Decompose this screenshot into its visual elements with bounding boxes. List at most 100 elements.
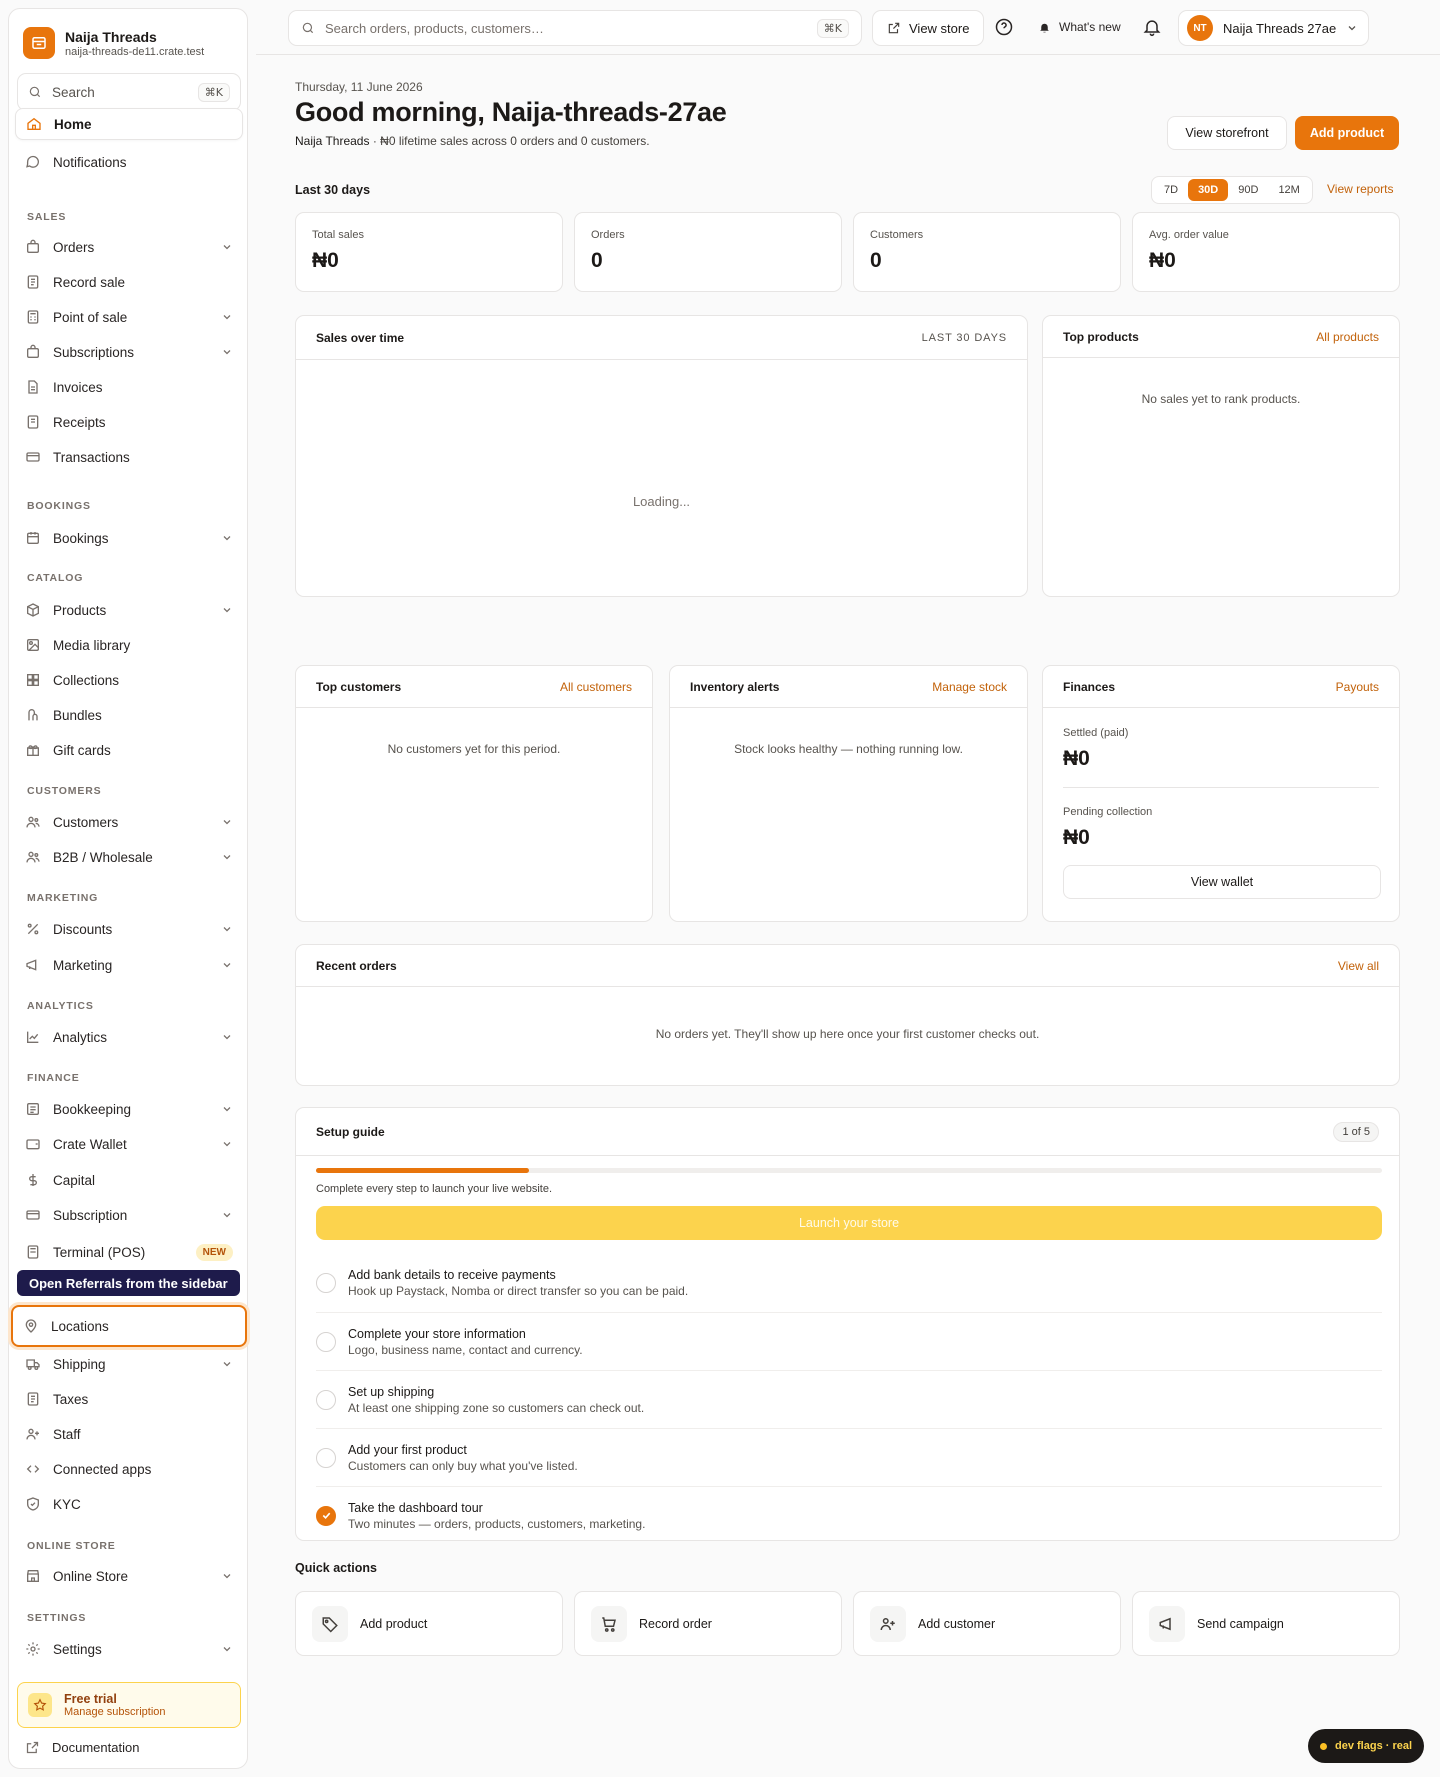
sidebar-item-media-library[interactable]: Media library <box>15 629 243 661</box>
sidebar-item-capital[interactable]: Capital <box>15 1164 243 1196</box>
all-products-link[interactable]: All products <box>1316 330 1379 344</box>
whats-new-button[interactable]: What's new <box>1038 20 1121 34</box>
sidebar-item-staff[interactable]: Staff <box>15 1418 243 1450</box>
sidebar-item-bookings[interactable]: Bookings <box>15 522 243 554</box>
sidebar-item-transactions[interactable]: Transactions <box>15 441 243 473</box>
terminal-icon <box>27 1245 39 1259</box>
all-customers-link[interactable]: All customers <box>560 680 632 694</box>
settled-block: Settled (paid) ₦0 <box>1063 727 1128 771</box>
dev-flags-pill[interactable]: dev flags · real <box>1308 1729 1425 1763</box>
view-wallet-button[interactable]: View wallet <box>1063 865 1381 899</box>
tag-icon <box>312 1605 348 1642</box>
sidebar-item-locations[interactable]: Locations <box>11 1305 247 1347</box>
add-product-button[interactable]: Add product <box>1295 116 1399 150</box>
setup-step-tour[interactable]: Take the dashboard tour Two minutes — ord… <box>316 1486 1382 1544</box>
free-trial-card[interactable]: Free trial Manage subscription <box>17 1682 241 1728</box>
sidebar-item-connected-apps[interactable]: Connected apps <box>15 1453 243 1485</box>
help-button[interactable] <box>994 17 1014 37</box>
setup-step-first-product[interactable]: Add your first product Customers can only… <box>316 1428 1382 1486</box>
sidebar-item-discounts[interactable]: Discounts <box>15 913 243 945</box>
sidebar-item-online-store[interactable]: Online Store <box>15 1560 243 1592</box>
sidebar-item-point-of-sale[interactable]: Point of sale <box>15 301 243 333</box>
sidebar-item-analytics[interactable]: Analytics <box>15 1021 243 1053</box>
sidebar-search[interactable]: Search ⌘K <box>17 73 241 111</box>
step-title: Take the dashboard tour <box>348 1500 483 1515</box>
setup-progress-fill <box>316 1168 530 1173</box>
sidebar-item-customers[interactable]: Customers <box>15 806 243 838</box>
view-all-orders-link[interactable]: View all <box>1338 959 1379 973</box>
sidebar-item-label: Shipping <box>53 1356 106 1372</box>
quick-action-add-customer[interactable]: Add customer <box>853 1591 1121 1656</box>
sidebar-item-bundles[interactable]: Bundles <box>15 699 243 731</box>
view-store-button[interactable]: View store <box>872 10 985 46</box>
sidebar-item-label: Connected apps <box>53 1461 152 1477</box>
range-30d[interactable]: 30D <box>1188 179 1229 201</box>
step-status-icon[interactable] <box>316 1447 336 1468</box>
sidebar-item-crate-wallet[interactable]: Crate Wallet <box>15 1128 243 1160</box>
bag-icon <box>27 239 39 253</box>
sidebar-item-label: Customers <box>53 814 119 830</box>
section-catalog: CATALOG <box>27 572 84 584</box>
kpi-label: Orders <box>591 229 625 241</box>
quick-action-add-product[interactable]: Add product <box>295 1591 563 1656</box>
manage-stock-link[interactable]: Manage stock <box>932 680 1007 694</box>
pending-value: ₦0 <box>1063 826 1090 849</box>
range-90d[interactable]: 90D <box>1228 179 1268 201</box>
step-status-icon[interactable] <box>316 1331 336 1352</box>
user-plus-icon <box>26 1428 39 1440</box>
range-7d[interactable]: 7D <box>1154 179 1188 201</box>
sidebar-item-settings[interactable]: Settings <box>15 1633 243 1665</box>
check-icon[interactable] <box>316 1505 336 1526</box>
sidebar-item-subscription[interactable]: Subscription <box>15 1199 243 1231</box>
setup-step-store-info[interactable]: Complete your store information Logo, bus… <box>316 1312 1382 1370</box>
payouts-link[interactable]: Payouts <box>1336 680 1379 694</box>
sidebar-item-collections[interactable]: Collections <box>15 664 243 696</box>
view-storefront-button[interactable]: View storefront <box>1167 116 1287 150</box>
sidebar-item-gift-cards[interactable]: Gift cards <box>15 734 243 766</box>
step-status-icon[interactable] <box>316 1273 336 1293</box>
sidebar-item-label: KYC <box>53 1496 81 1512</box>
notifications-button[interactable] <box>1142 17 1162 37</box>
sidebar-item-receipts[interactable]: Receipts <box>15 406 243 438</box>
ledger-icon <box>27 1103 39 1115</box>
manage-subscription-link[interactable]: Manage subscription <box>64 1706 166 1718</box>
sidebar-item-shipping[interactable]: Shipping <box>15 1348 243 1380</box>
sidebar-item-products[interactable]: Products <box>15 594 243 626</box>
sidebar-item-record-sale[interactable]: Record sale <box>15 266 243 298</box>
card-title: Top customers <box>316 679 402 694</box>
sidebar-item-terminal-pos[interactable]: Terminal (POS) NEW <box>15 1236 243 1268</box>
home-icon <box>27 117 41 130</box>
global-search-input[interactable]: Search orders, products, customers… ⌘K <box>288 10 862 46</box>
grid-icon <box>27 674 39 686</box>
sidebar-item-bookkeeping[interactable]: Bookkeeping <box>15 1093 243 1125</box>
sidebar-item-marketing[interactable]: Marketing <box>15 949 243 981</box>
calculator-icon <box>27 310 39 324</box>
view-reports-link[interactable]: View reports <box>1327 182 1393 196</box>
quick-action-send-campaign[interactable]: Send campaign <box>1132 1591 1400 1656</box>
documentation-link[interactable]: Documentation <box>25 1740 139 1755</box>
step-status-icon[interactable] <box>316 1389 336 1410</box>
step-title: Add bank details to receive payments <box>348 1268 556 1282</box>
setup-step-shipping[interactable]: Set up shipping At least one shipping zon… <box>316 1370 1382 1428</box>
sidebar-item-taxes[interactable]: Taxes <box>15 1383 243 1415</box>
brand[interactable]: Naija Threads naija-threads-de11.crate.t… <box>23 23 204 63</box>
bundle-icon <box>28 709 38 721</box>
sidebar-item-home[interactable]: Home <box>15 108 243 140</box>
sidebar-item-label: Bookkeeping <box>53 1101 132 1117</box>
sidebar-item-notifications[interactable]: Notifications <box>15 146 243 178</box>
sidebar-item-subscriptions[interactable]: Subscriptions <box>15 336 243 368</box>
launch-store-button[interactable]: Launch your store <box>316 1206 1382 1240</box>
sidebar-item-orders[interactable]: Orders <box>15 231 243 263</box>
sidebar-item-b2b-wholesale[interactable]: B2B / Wholesale <box>15 841 243 873</box>
dollar-icon <box>29 1174 37 1186</box>
account-menu[interactable]: NT Naija Threads 27ae <box>1178 10 1370 46</box>
setup-step-bank[interactable]: Add bank details to receive payments Hook… <box>316 1254 1382 1312</box>
chat-bubble-icon <box>26 155 39 168</box>
search-icon <box>302 22 314 34</box>
quick-action-record-order[interactable]: Record order <box>574 1591 842 1656</box>
sidebar-item-kyc[interactable]: KYC <box>15 1488 243 1520</box>
wallet-icon <box>26 1139 40 1150</box>
sidebar-item-invoices[interactable]: Invoices <box>15 371 243 403</box>
kpi-orders: Orders 0 <box>574 212 842 292</box>
range-12m[interactable]: 12M <box>1268 179 1309 201</box>
